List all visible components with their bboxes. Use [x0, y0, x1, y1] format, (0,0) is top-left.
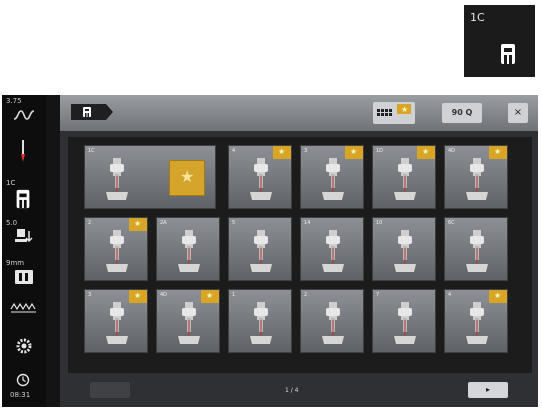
foot-selection-panel: ★ 90 Q × 1C ★ 4 3 1D 4D 2 2A 5 14 10 6C 3 4D 1 2 7 4 1 / …: [60, 95, 538, 407]
foot-number: 14: [304, 220, 311, 226]
foot-number: 4D: [448, 148, 456, 154]
presser-foot-image: [322, 230, 344, 272]
foot-tile[interactable]: 2A: [156, 217, 220, 281]
foot-number: 4D: [160, 292, 168, 298]
selected-foot-badge: 1C: [464, 5, 535, 77]
foot-number: 1D: [376, 148, 384, 154]
selected-foot-label: 1C: [470, 11, 485, 24]
add-favorite-button[interactable]: ★: [169, 160, 205, 196]
favorite-star-icon: [345, 146, 363, 159]
foot-number: 3: [304, 148, 308, 154]
presser-foot-image: [106, 230, 128, 272]
presser-foot-tab[interactable]: [70, 103, 114, 121]
foot-tile[interactable]: 3: [84, 289, 148, 353]
presser-foot-image: [466, 230, 488, 272]
clock-icon: [16, 373, 30, 387]
clock-time: 08:31: [10, 391, 31, 399]
star-icon: ★: [180, 167, 195, 186]
foot-tile[interactable]: 6C: [444, 217, 508, 281]
foot-pressure-icon[interactable]: [14, 228, 34, 246]
needle-icon[interactable]: [16, 139, 30, 163]
page-indicator: 1 / 4: [285, 387, 299, 394]
foot-tile[interactable]: 14: [300, 217, 364, 281]
favorite-star-icon: [489, 290, 507, 303]
presser-foot-image: [466, 302, 488, 344]
presser-foot-image: [106, 158, 128, 200]
foot-number: 2A: [160, 220, 167, 226]
search-button[interactable]: 90 Q: [442, 103, 482, 123]
presser-foot-image: [178, 230, 200, 272]
favorite-star-icon: [129, 290, 147, 303]
foot-number: 6C: [448, 220, 455, 226]
foot-number: 1: [232, 292, 236, 298]
favorite-star-icon: [129, 218, 147, 231]
foot-tile[interactable]: 3: [300, 145, 364, 209]
stitch-length-value: 9mm: [6, 259, 25, 267]
presser-foot-image: [394, 230, 416, 272]
foot-tile[interactable]: 5: [228, 217, 292, 281]
left-sidebar: 3.75 1C 5.0 9mm 08:31: [2, 95, 46, 407]
presser-foot-image: [322, 158, 344, 200]
presser-foot-image: [322, 302, 344, 344]
stitch-plate-icon[interactable]: [14, 269, 34, 285]
thread-tension-value: 3.75: [6, 97, 22, 105]
foot-number: 7: [376, 292, 380, 298]
favorite-star-icon: [489, 146, 507, 159]
foot-number: 2: [304, 292, 308, 298]
foot-tile[interactable]: 4: [228, 145, 292, 209]
favorite-star-icon: [201, 290, 219, 303]
presser-foot-image: [250, 230, 272, 272]
presser-foot-image: [250, 158, 272, 200]
feed-dog-icon[interactable]: [10, 301, 38, 313]
foot-tile[interactable]: 1D: [372, 145, 436, 209]
presser-foot-image: [106, 302, 128, 344]
foot-label: 1C: [6, 179, 16, 187]
settings-icon[interactable]: [16, 338, 32, 354]
foot-grid: 1C ★ 4 3 1D 4D 2 2A 5 14 10 6C 3 4D 1 2 7 4: [68, 137, 532, 373]
foot-number: 3: [88, 292, 92, 298]
foot-tile[interactable]: 7: [372, 289, 436, 353]
close-button[interactable]: ×: [508, 103, 528, 123]
foot-number: 2: [88, 220, 92, 226]
foot-tile[interactable]: 4: [444, 289, 508, 353]
grid-favorites-icon[interactable]: ★: [373, 102, 415, 124]
foot-number: 4: [232, 148, 236, 154]
previous-page-button[interactable]: [90, 382, 130, 398]
next-page-button[interactable]: ▸: [468, 382, 508, 398]
foot-number: 5: [232, 220, 236, 226]
machine-screen: 3.75 1C 5.0 9mm 08:31 ★ 90 Q × 1C ★ 4 ★ …: [2, 95, 538, 407]
panel-footer: 1 / 4 ▸: [60, 373, 538, 407]
presser-foot-image: [394, 158, 416, 200]
foot-tile[interactable]: 1C ★: [84, 145, 216, 209]
foot-number: 10: [376, 220, 383, 226]
foot-number: 4: [448, 292, 452, 298]
presser-foot-image: [250, 302, 272, 344]
foot-tile[interactable]: 4D: [444, 145, 508, 209]
foot-tile[interactable]: 1: [228, 289, 292, 353]
panel-header: ★ 90 Q ×: [60, 95, 538, 131]
foot-number: 1C: [88, 148, 95, 154]
favorite-star-icon: [273, 146, 291, 159]
favorite-star-icon: [417, 146, 435, 159]
presser-foot-image: [178, 302, 200, 344]
presser-foot-icon: [501, 44, 515, 64]
foot-tile[interactable]: 2: [300, 289, 364, 353]
thread-tension-icon[interactable]: [12, 107, 36, 125]
presser-foot-image: [394, 302, 416, 344]
svg-text:★: ★: [401, 105, 408, 114]
foot-tile[interactable]: 10: [372, 217, 436, 281]
foot-tile[interactable]: 2: [84, 217, 148, 281]
presser-foot-icon[interactable]: [15, 189, 31, 209]
presser-foot-image: [466, 158, 488, 200]
foot-tile[interactable]: 4D: [156, 289, 220, 353]
foot-pressure-value: 5.0: [6, 219, 18, 227]
